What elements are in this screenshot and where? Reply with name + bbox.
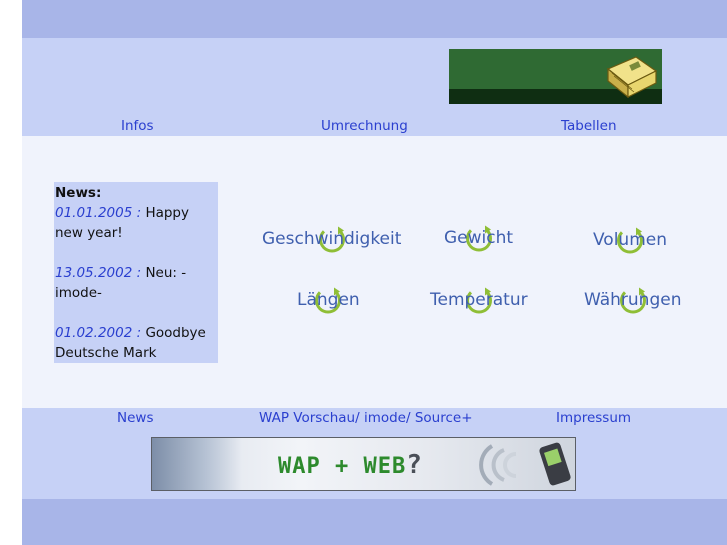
unit-volumen-link[interactable]: Volumen <box>593 227 668 254</box>
banner-web: WEB <box>363 454 407 479</box>
unit-label: Temperatur <box>430 290 528 310</box>
header: Infos Umrechnung Tabellen <box>22 38 727 136</box>
news-date: 13.05.2002 : <box>55 265 142 281</box>
bottom-band <box>22 499 727 545</box>
news-box: News: 01.01.2005 : Happy new year! 13.05… <box>54 182 218 363</box>
unit-label: Geschwindigkeit <box>262 229 402 249</box>
news-date: 01.02.2002 : <box>55 325 142 341</box>
news-item: 13.05.2002 : Neu: - imode- <box>55 263 216 303</box>
unit-waehrungen-link[interactable]: Währungen <box>584 287 682 314</box>
wap-web-banner[interactable]: WAP + WEB? <box>151 437 576 491</box>
nav-news-link[interactable]: News <box>117 410 153 426</box>
nav-tabellen-link[interactable]: Tabellen <box>561 118 617 134</box>
banner-text: WAP + WEB? <box>278 450 423 480</box>
banner-stripe <box>152 438 242 490</box>
unit-geschwindigkeit-link[interactable]: Geschwindigkeit <box>262 226 402 253</box>
book-icon <box>606 56 658 99</box>
news-date: 01.01.2005 : <box>55 205 142 221</box>
unit-temperatur-link[interactable]: Temperatur <box>430 287 528 314</box>
banner-wap: WAP <box>278 454 321 479</box>
nav-umrechnung-link[interactable]: Umrechnung <box>321 118 408 134</box>
book-banner-image <box>449 49 662 104</box>
news-heading: News: <box>55 185 102 201</box>
page: Infos Umrechnung Tabellen News: 01.01.20… <box>22 0 727 545</box>
unit-laengen-link[interactable]: Längen <box>297 287 360 314</box>
mobile-phone-icon <box>538 441 572 487</box>
unit-label: Gewicht <box>444 228 514 248</box>
nav-infos-link[interactable]: Infos <box>121 118 154 134</box>
nav-impressum-link[interactable]: Impressum <box>556 410 631 426</box>
unit-label: Volumen <box>593 230 668 250</box>
top-band <box>22 0 727 38</box>
unit-gewicht-link[interactable]: Gewicht <box>444 225 514 252</box>
banner-plus: + <box>335 454 350 479</box>
footer: News WAP Vorschau/ imode/ Source+ Impres… <box>22 408 727 499</box>
news-item: 01.02.2002 : Goodbye Deutsche Mark <box>55 323 216 363</box>
signal-waves-icon <box>479 444 517 486</box>
news-item: 01.01.2005 : Happy new year! <box>55 203 216 243</box>
nav-wap-vorschau-link[interactable]: WAP Vorschau/ imode/ Source+ <box>259 410 473 426</box>
unit-label: Längen <box>297 290 360 310</box>
unit-label: Währungen <box>584 290 682 310</box>
banner-question: ? <box>406 450 423 480</box>
main-content: News: 01.01.2005 : Happy new year! 13.05… <box>22 136 727 408</box>
